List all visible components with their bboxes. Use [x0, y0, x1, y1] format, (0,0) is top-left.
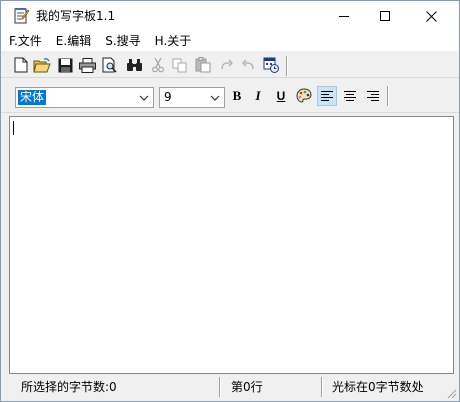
color-palette-icon[interactable]	[294, 86, 314, 106]
title-bar[interactable]: 我的写字板1.1	[1, 1, 459, 31]
align-left-button[interactable]	[317, 86, 337, 106]
chevron-down-icon[interactable]	[137, 91, 151, 105]
redo-icon[interactable]	[218, 56, 236, 74]
calendar-datetime-icon[interactable]	[262, 56, 280, 74]
close-icon	[425, 10, 437, 22]
new-document-icon[interactable]	[12, 56, 30, 74]
status-bar: 所选择的字节数:0 第0行 光标在0字节数处	[1, 375, 459, 401]
bold-button[interactable]: B	[227, 86, 247, 106]
notepad-app-icon	[13, 7, 30, 24]
status-cursor: 光标在0字节数处	[332, 380, 424, 394]
underline-button[interactable]: U	[271, 86, 291, 106]
menu-edit[interactable]: E.编辑	[49, 31, 98, 51]
paste-icon[interactable]	[194, 56, 212, 74]
menu-about[interactable]: H.关于	[148, 31, 199, 51]
print-preview-icon[interactable]	[101, 56, 119, 74]
align-right-icon	[367, 91, 379, 101]
menu-search[interactable]: S.搜寻	[98, 31, 147, 51]
print-icon[interactable]	[78, 56, 96, 74]
status-divider	[219, 377, 221, 397]
font-size-value: 9	[164, 90, 172, 104]
text-editor[interactable]	[9, 116, 454, 374]
format-toolbar: 宋体 9 B I U	[1, 81, 459, 113]
status-line: 第0行	[231, 380, 263, 394]
save-icon[interactable]	[56, 56, 74, 74]
open-folder-icon[interactable]	[33, 56, 51, 74]
toolbar-separator	[387, 86, 389, 106]
maximize-icon	[380, 11, 390, 21]
align-right-button[interactable]	[363, 86, 383, 106]
standard-toolbar	[1, 52, 459, 78]
text-caret	[13, 121, 14, 135]
align-center-button[interactable]	[340, 86, 360, 106]
maximize-button[interactable]	[362, 1, 408, 31]
minimize-button[interactable]	[321, 1, 367, 31]
align-center-icon	[344, 91, 356, 101]
font-name-value: 宋体	[18, 90, 47, 105]
toolbar-separator	[286, 56, 288, 76]
app-window: 我的写字板1.1 F.文件 E.编辑 S.搜寻 H.关于 宋体 9 B I U …	[0, 0, 460, 402]
minimize-icon	[339, 16, 349, 17]
italic-button[interactable]: I	[248, 86, 268, 106]
find-binoculars-icon[interactable]	[125, 56, 143, 74]
window-title: 我的写字板1.1	[36, 9, 116, 23]
cut-icon[interactable]	[149, 56, 167, 74]
status-divider	[321, 377, 323, 397]
menu-file[interactable]: F.文件	[1, 31, 49, 51]
undo-icon[interactable]	[239, 56, 257, 74]
align-left-icon	[321, 91, 333, 101]
copy-icon[interactable]	[171, 56, 189, 74]
status-selected-bytes: 所选择的字节数:0	[21, 380, 117, 394]
resize-grip-icon[interactable]	[445, 387, 457, 399]
chevron-down-icon[interactable]	[208, 91, 222, 105]
menu-bar: F.文件 E.编辑 S.搜寻 H.关于	[1, 31, 459, 51]
font-name-select[interactable]: 宋体	[15, 87, 154, 108]
close-button[interactable]	[408, 1, 454, 31]
font-size-select[interactable]: 9	[159, 87, 225, 108]
